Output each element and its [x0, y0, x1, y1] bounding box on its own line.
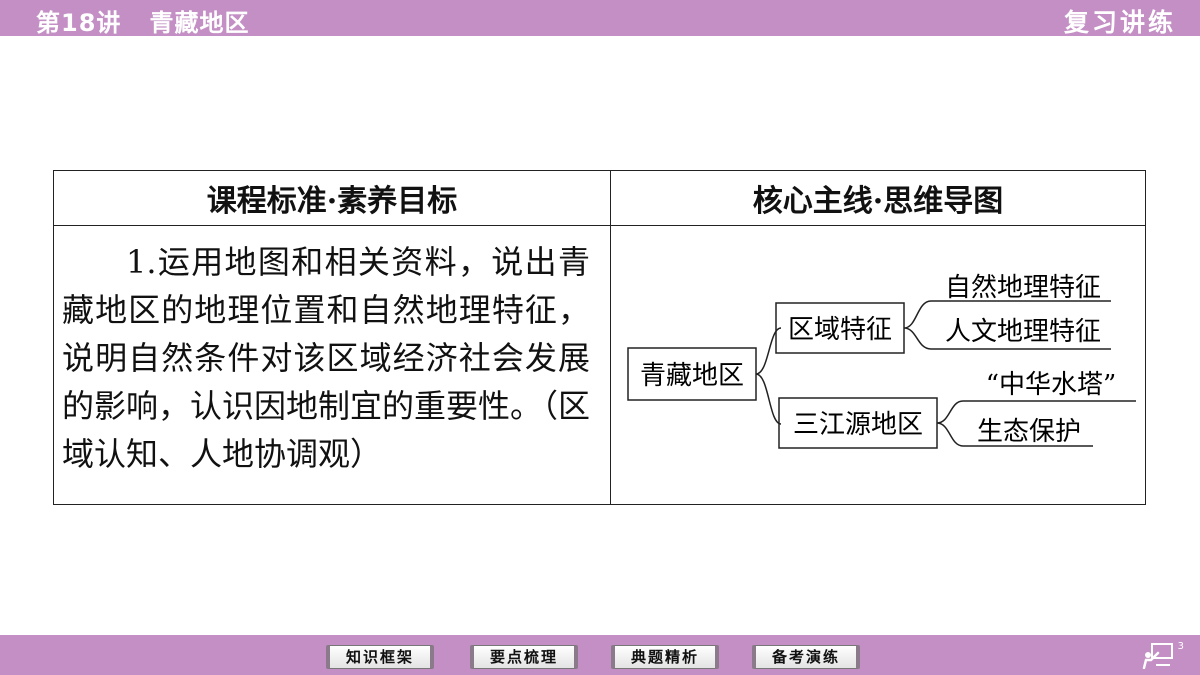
standard-text: 1.运用地图和相关资料，说出青藏地区的地理位置和自然地理特征，说明自然条件对该区…	[62, 243, 591, 473]
table-header-row: 课程标准·素养目标 核心主线·思维导图	[53, 170, 1146, 226]
mindmap-branch2-leaf2: 生态保护	[977, 417, 1081, 447]
mindmap-root-label: 青藏地区	[640, 361, 744, 391]
nav-key-points-button[interactable]: 要点梳理	[470, 645, 578, 669]
nav-knowledge-framework-button[interactable]: 知识框架	[326, 645, 434, 669]
course-table: 课程标准·素养目标 核心主线·思维导图 1.运用地图和相关资料，说出青藏地区的地…	[53, 170, 1146, 505]
mind-map-diagram: 青藏地区 区域特征 自然地理特征 人文地理特征 三江源地区 “中华水塔” 生态保…	[627, 273, 1136, 449]
header-bar: 第18讲 青藏地区 复习讲练	[0, 0, 1200, 37]
section-title: 复习讲练	[1063, 8, 1176, 37]
nav-example-analysis-button[interactable]: 典题精析	[611, 645, 719, 669]
presentation-icon	[1142, 643, 1173, 670]
mindmap-branch2-label: 三江源地区	[793, 410, 923, 440]
page-indicator[interactable]: 3	[1142, 641, 1186, 670]
mindmap-branch1-leaf1: 自然地理特征	[945, 273, 1101, 303]
mindmap-cell: 青藏地区 区域特征 自然地理特征 人文地理特征 三江源地区 “中华水塔” 生态保…	[610, 225, 1146, 505]
table-body-row: 1.运用地图和相关资料，说出青藏地区的地理位置和自然地理特征，说明自然条件对该区…	[53, 225, 1146, 505]
mindmap-branch1-label: 区域特征	[788, 315, 892, 345]
page-number: 3	[1177, 641, 1184, 652]
col-header-standards: 课程标准·素养目标	[53, 170, 611, 226]
mindmap-branch2-leaf1: “中华水塔”	[986, 370, 1117, 400]
mindmap-root-bracket	[755, 327, 782, 425]
col-header-mindmap: 核心主线·思维导图	[610, 170, 1146, 226]
mindmap-branch1-leaf2: 人文地理特征	[945, 317, 1101, 347]
lesson-title: 第18讲 青藏地区	[36, 9, 250, 37]
standards-cell: 1.运用地图和相关资料，说出青藏地区的地理位置和自然地理特征，说明自然条件对该区…	[53, 225, 611, 505]
nav-exam-practice-button[interactable]: 备考演练	[752, 645, 860, 669]
footer-bar: 知识框架 要点梳理 典题精析 备考演练 3	[0, 635, 1200, 675]
